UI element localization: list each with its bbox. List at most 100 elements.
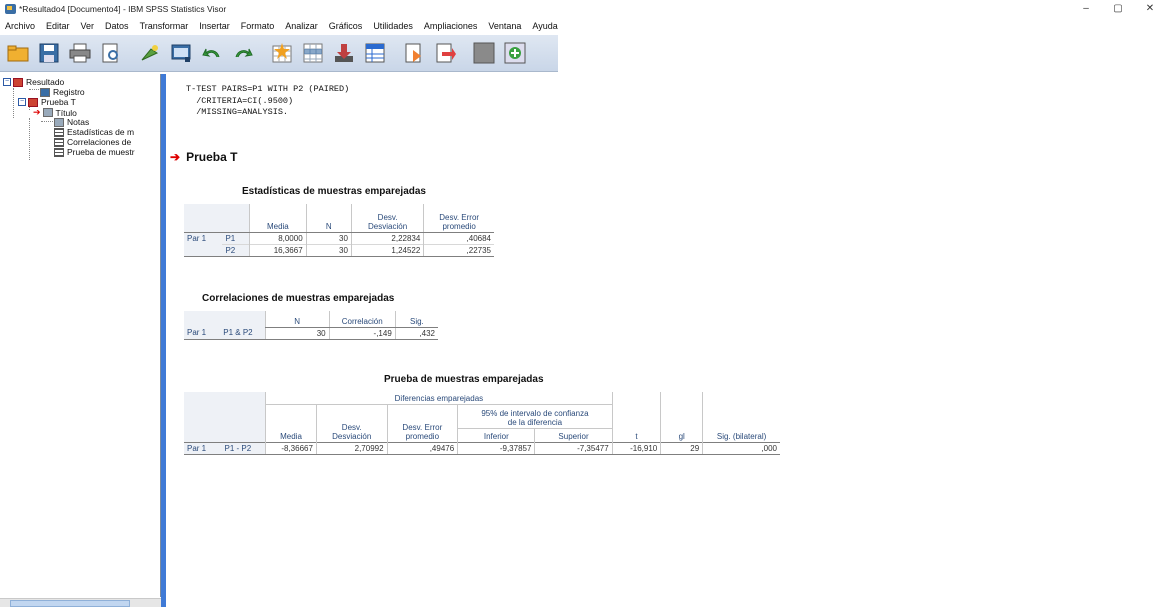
row-label: Par 1 <box>184 232 223 244</box>
paired-stats-table: Media N Desv. Desviación Desv. Error pro… <box>184 204 494 257</box>
menu-utilidades[interactable]: Utilidades <box>373 21 413 31</box>
cell: 16,3667 <box>249 243 307 257</box>
goto-case-button[interactable] <box>299 40 326 67</box>
current-item-arrow-icon: ➔ <box>170 150 181 164</box>
cell: 8,0000 <box>249 232 307 244</box>
ci-header: 95% de intervalo de confianza de la dife… <box>457 404 613 429</box>
menu-editar[interactable]: Editar <box>46 21 70 31</box>
menu-transformar[interactable]: Transformar <box>140 21 189 31</box>
redo-button[interactable] <box>229 40 256 67</box>
cell: -9,37857 <box>457 442 535 455</box>
table-title: Correlaciones de muestras emparejadas <box>202 293 395 304</box>
tree-label-titulo: Título <box>55 107 77 118</box>
corner-cell <box>184 204 223 232</box>
menu-insertar[interactable]: Insertar <box>199 21 230 31</box>
menu-analizar[interactable]: Analizar <box>285 21 318 31</box>
cell: -,149 <box>328 327 396 340</box>
undo-icon <box>201 48 219 58</box>
tree-item-correlaciones[interactable]: Correlaciones de <box>54 137 131 147</box>
insert-heading-button[interactable] <box>501 40 528 67</box>
output-pane: T-TEST PAIRS=P1 WITH P2 (PAIRED) /CRITER… <box>166 74 1171 607</box>
menu-formato[interactable]: Formato <box>241 21 275 31</box>
column-header: gl <box>660 392 703 442</box>
select-last-output-button[interactable] <box>431 40 458 67</box>
print-icon <box>69 43 90 63</box>
tree-item-prueba-muestras[interactable]: Prueba de muestr <box>54 147 135 157</box>
table-icon <box>54 137 64 147</box>
row-label <box>184 244 223 257</box>
section-heading: ➔ Prueba T <box>170 150 237 164</box>
column-header: Correlación <box>328 311 396 328</box>
maximize-button[interactable]: ▢ <box>1103 0 1133 17</box>
column-header: Inferior <box>457 428 535 442</box>
tree-label-notas: Notas <box>67 117 90 127</box>
export-button[interactable] <box>136 40 163 67</box>
outline-horizontal-scrollbar[interactable] <box>0 598 161 607</box>
paired-correlations-table: N Correlación Sig. Par 1 P1 & P2 30 -,14… <box>184 311 438 340</box>
menu-ayuda[interactable]: Ayuda <box>532 21 557 31</box>
column-header: Desv. Desviación <box>315 404 388 442</box>
minimize-button[interactable]: – <box>1071 0 1101 17</box>
recall-dialog-button[interactable] <box>167 40 194 67</box>
scrollbar-thumb[interactable] <box>10 600 130 607</box>
current-item-arrow-icon: ➔ <box>33 107 41 117</box>
menu-archivo[interactable]: Archivo <box>5 21 35 31</box>
cell: ,22735 <box>423 243 494 257</box>
column-header: Media <box>265 404 317 442</box>
cell: ,49476 <box>386 442 458 455</box>
menu-ventana[interactable]: Ventana <box>488 21 521 31</box>
export-icon <box>141 45 158 61</box>
goto-data-button[interactable] <box>268 40 295 67</box>
tree-item-estadisticas[interactable]: Estadísticas de m <box>54 127 134 137</box>
redo-icon <box>235 48 253 58</box>
designated-window-icon <box>405 43 421 63</box>
menu-ampliaciones[interactable]: Ampliaciones <box>424 21 478 31</box>
column-header: Desv. Desviación <box>350 204 424 233</box>
tree-item-prueba-t[interactable]: − Prueba T <box>18 97 76 107</box>
tree-item-notas[interactable]: Notas <box>54 117 89 127</box>
column-header: t <box>611 392 661 442</box>
cell: 30 <box>305 232 352 244</box>
menu-graficos[interactable]: Gráficos <box>329 21 363 31</box>
cell: ,000 <box>702 442 780 455</box>
collapse-icon[interactable]: − <box>18 98 26 106</box>
print-button[interactable] <box>66 40 93 67</box>
column-header: Superior <box>534 428 613 442</box>
syntax-log: T-TEST PAIRS=P1 WITH P2 (PAIRED) /CRITER… <box>186 84 350 117</box>
menu-datos[interactable]: Datos <box>105 21 129 31</box>
variables-button[interactable] <box>361 40 388 67</box>
save-button[interactable] <box>35 40 62 67</box>
table-row: P2 16,3667 30 1,24522 ,22735 <box>184 243 494 257</box>
cell: -7,35477 <box>534 442 613 455</box>
open-button[interactable] <box>4 40 31 67</box>
table-row: Par 1 P1 8,0000 30 2,22834 ,40684 <box>184 232 494 244</box>
collapse-icon[interactable]: − <box>3 78 11 86</box>
column-header: Desv. Error promedio <box>386 404 458 442</box>
column-header: Sig. (bilateral) <box>702 392 780 442</box>
open-icon <box>7 45 28 62</box>
designated-window-button[interactable] <box>400 40 427 67</box>
select-last-output-icon <box>436 43 456 63</box>
goto-variable-button[interactable] <box>330 40 357 67</box>
book-icon <box>28 97 38 107</box>
undo-button[interactable] <box>198 40 225 67</box>
column-header: N <box>264 311 330 328</box>
corner-cell <box>222 204 250 232</box>
close-button[interactable]: ✕ <box>1135 0 1165 17</box>
create-title-button[interactable] <box>470 40 497 67</box>
recall-dialog-icon <box>171 44 190 62</box>
corner-cell <box>220 311 266 327</box>
column-header: Media <box>249 204 307 233</box>
group-header: Diferencias emparejadas <box>265 392 613 405</box>
table-icon <box>54 147 64 157</box>
cell: 29 <box>660 442 703 455</box>
cell: 2,22834 <box>350 232 424 244</box>
tree-item-registro[interactable]: Registro <box>40 87 85 97</box>
spss-app-icon <box>5 3 16 14</box>
column-header: Sig. <box>394 311 438 328</box>
tree-item-resultado[interactable]: − Resultado <box>3 77 64 87</box>
menu-ver[interactable]: Ver <box>81 21 95 31</box>
tree-label-prueba-t: Prueba T <box>41 97 76 107</box>
print-preview-button[interactable] <box>97 40 124 67</box>
corner-cell <box>184 392 222 442</box>
